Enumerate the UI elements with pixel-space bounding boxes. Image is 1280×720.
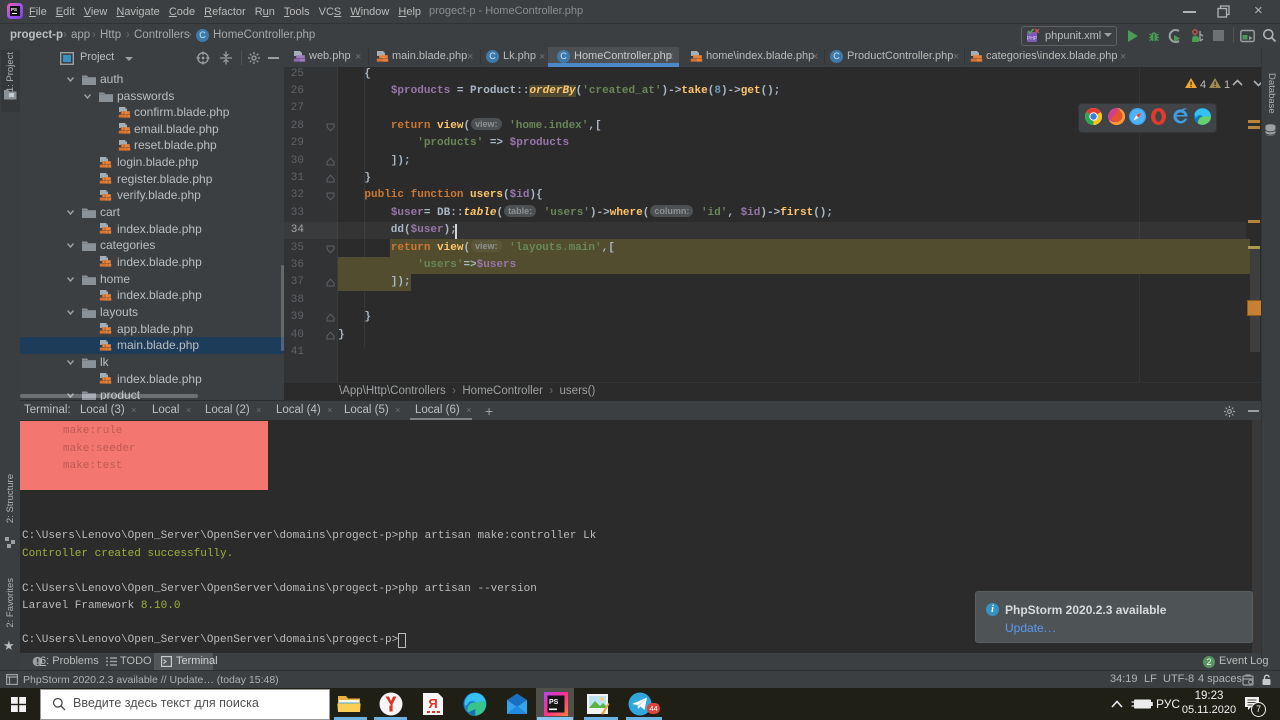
svg-text:PS: PS [549, 699, 559, 706]
svg-text:PHP: PHP [1027, 36, 1038, 42]
svg-text:4: 4 [1200, 79, 1206, 90]
svg-text:1: 1 [1224, 79, 1230, 90]
svg-text:Я: Я [428, 696, 437, 711]
